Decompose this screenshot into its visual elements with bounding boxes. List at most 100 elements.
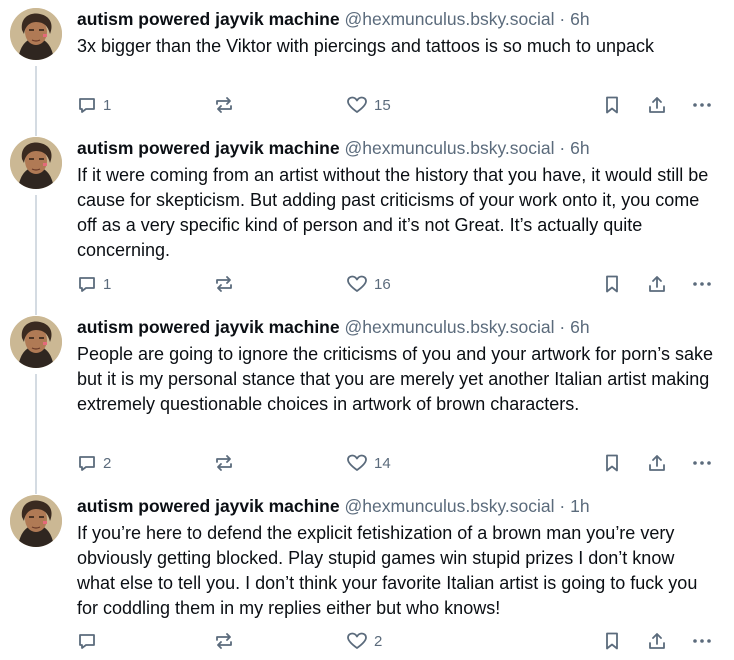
like-count: 14	[374, 454, 391, 472]
like-button[interactable]: 2	[346, 628, 382, 654]
bookmark-icon	[606, 632, 618, 650]
share-icon	[649, 455, 665, 471]
display-name[interactable]: autism powered jayvik machine	[77, 138, 340, 158]
display-name[interactable]: autism powered jayvik machine	[77, 496, 340, 516]
repost-icon	[216, 633, 232, 649]
repost-button[interactable]	[213, 271, 241, 297]
bookmark-button[interactable]	[603, 271, 621, 297]
more-button[interactable]	[691, 628, 713, 654]
repost-icon	[216, 276, 232, 292]
like-icon	[347, 632, 367, 649]
post[interactable]: autism powered jayvik machine @hexmuncul…	[0, 316, 734, 494]
like-icon	[347, 96, 367, 113]
like-button[interactable]: 14	[346, 450, 391, 476]
more-icon	[693, 103, 711, 107]
post-header: autism powered jayvik machine @hexmuncul…	[77, 8, 720, 30]
timestamp[interactable]: 6h	[570, 138, 589, 158]
bookmark-icon	[606, 454, 618, 472]
more-button[interactable]	[691, 450, 713, 476]
separator: ·	[559, 9, 566, 29]
post-text: People are going to ignore the criticism…	[77, 344, 713, 414]
separator: ·	[559, 317, 566, 337]
post-actions: 2	[77, 628, 717, 654]
bookmark-button[interactable]	[603, 628, 621, 654]
like-icon	[347, 454, 367, 471]
avatar-portrait-icon	[10, 495, 62, 547]
more-button[interactable]	[691, 271, 713, 297]
post[interactable]: autism powered jayvik machine @hexmuncul…	[0, 137, 734, 315]
timestamp[interactable]: 6h	[570, 317, 589, 337]
repost-icon	[216, 97, 232, 113]
display-name[interactable]: autism powered jayvik machine	[77, 9, 340, 29]
avatar-portrait-icon	[10, 316, 62, 368]
share-button[interactable]	[647, 271, 667, 297]
thread-line	[35, 374, 37, 494]
handle[interactable]: @hexmunculus.bsky.social	[344, 138, 554, 158]
post-actions: 2 14	[77, 450, 717, 476]
share-icon	[649, 633, 665, 649]
post-body: autism powered jayvik machine @hexmuncul…	[77, 495, 720, 621]
avatar-column	[10, 495, 62, 657]
post-body: autism powered jayvik machine @hexmuncul…	[77, 316, 720, 417]
separator: ·	[559, 496, 566, 516]
post-header: autism powered jayvik machine @hexmuncul…	[77, 316, 720, 338]
post-actions: 1 16	[77, 271, 717, 297]
avatar-column	[10, 8, 62, 136]
share-button[interactable]	[647, 450, 667, 476]
separator: ·	[559, 138, 566, 158]
reply-count: 1	[103, 96, 112, 114]
reply-button[interactable]: 1	[77, 92, 111, 118]
avatar[interactable]	[10, 8, 62, 60]
like-count: 15	[374, 96, 391, 114]
post-body: autism powered jayvik machine @hexmuncul…	[77, 8, 720, 59]
avatar[interactable]	[10, 495, 62, 547]
repost-button[interactable]	[213, 628, 241, 654]
bookmark-button[interactable]	[603, 450, 621, 476]
reply-button[interactable]: 1	[77, 271, 111, 297]
share-button[interactable]	[647, 92, 667, 118]
reply-icon	[79, 456, 95, 471]
repost-button[interactable]	[213, 450, 241, 476]
more-icon	[693, 639, 711, 643]
share-button[interactable]	[647, 628, 667, 654]
like-count: 16	[374, 275, 391, 293]
reply-icon	[79, 98, 95, 113]
timestamp[interactable]: 6h	[570, 9, 589, 29]
reply-icon	[79, 634, 95, 649]
repost-button[interactable]	[213, 92, 241, 118]
reply-button[interactable]: 2	[77, 450, 111, 476]
more-button[interactable]	[691, 92, 713, 118]
like-icon	[347, 275, 367, 292]
post-header: autism powered jayvik machine @hexmuncul…	[77, 137, 720, 159]
thread: autism powered jayvik machine @hexmuncul…	[0, 0, 734, 660]
avatar-column	[10, 137, 62, 315]
post[interactable]: autism powered jayvik machine @hexmuncul…	[0, 495, 734, 657]
handle[interactable]: @hexmunculus.bsky.social	[344, 9, 554, 29]
share-icon	[649, 97, 665, 113]
bookmark-icon	[606, 275, 618, 293]
handle[interactable]: @hexmunculus.bsky.social	[344, 317, 554, 337]
post-text: If you’re here to defend the explicit fe…	[77, 523, 698, 618]
like-button[interactable]: 15	[346, 92, 391, 118]
post-body: autism powered jayvik machine @hexmuncul…	[77, 137, 720, 263]
reply-button[interactable]	[77, 628, 103, 654]
timestamp[interactable]: 1h	[570, 496, 589, 516]
like-button[interactable]: 16	[346, 271, 391, 297]
reply-icon	[79, 277, 95, 292]
post[interactable]: autism powered jayvik machine @hexmuncul…	[0, 8, 734, 136]
avatar[interactable]	[10, 316, 62, 368]
reply-count: 1	[103, 275, 112, 293]
bookmark-icon	[606, 96, 618, 114]
reply-count: 2	[103, 454, 112, 472]
handle[interactable]: @hexmunculus.bsky.social	[344, 496, 554, 516]
avatar-portrait-icon	[10, 137, 62, 189]
more-icon	[693, 282, 711, 286]
avatar[interactable]	[10, 137, 62, 189]
display-name[interactable]: autism powered jayvik machine	[77, 317, 340, 337]
avatar-column	[10, 316, 62, 494]
post-actions: 1 15	[77, 92, 717, 118]
thread-line	[35, 66, 37, 136]
avatar-portrait-icon	[10, 8, 62, 60]
thread-line	[35, 195, 37, 315]
bookmark-button[interactable]	[603, 92, 621, 118]
